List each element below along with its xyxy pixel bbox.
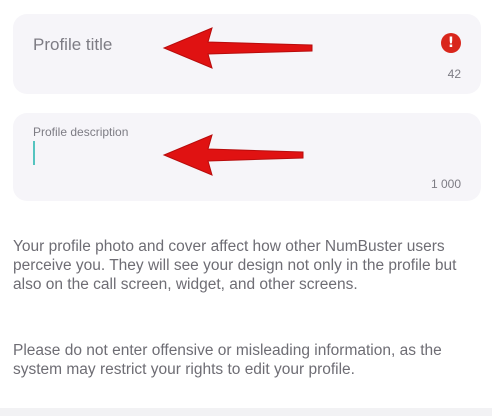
exclamation-icon[interactable]: ! <box>441 33 461 53</box>
profile-title-placeholder: Profile title <box>33 35 113 54</box>
edit-profile-screen: Profile title ! 42 Profile description 1… <box>0 0 492 416</box>
text-cursor <box>33 141 35 165</box>
red-arrow-icon <box>162 27 313 69</box>
profile-design-info-text: Your profile photo and cover affect how … <box>13 238 457 293</box>
content-policy-warning-text: Please do not enter offensive or mislead… <box>13 342 442 378</box>
profile-description-label: Profile description <box>33 125 129 139</box>
bottom-divider <box>0 408 492 416</box>
red-arrow-icon <box>162 134 304 176</box>
profile-description-char-counter: 1 000 <box>430 177 461 191</box>
profile-title-char-counter: 42 <box>447 67 461 81</box>
